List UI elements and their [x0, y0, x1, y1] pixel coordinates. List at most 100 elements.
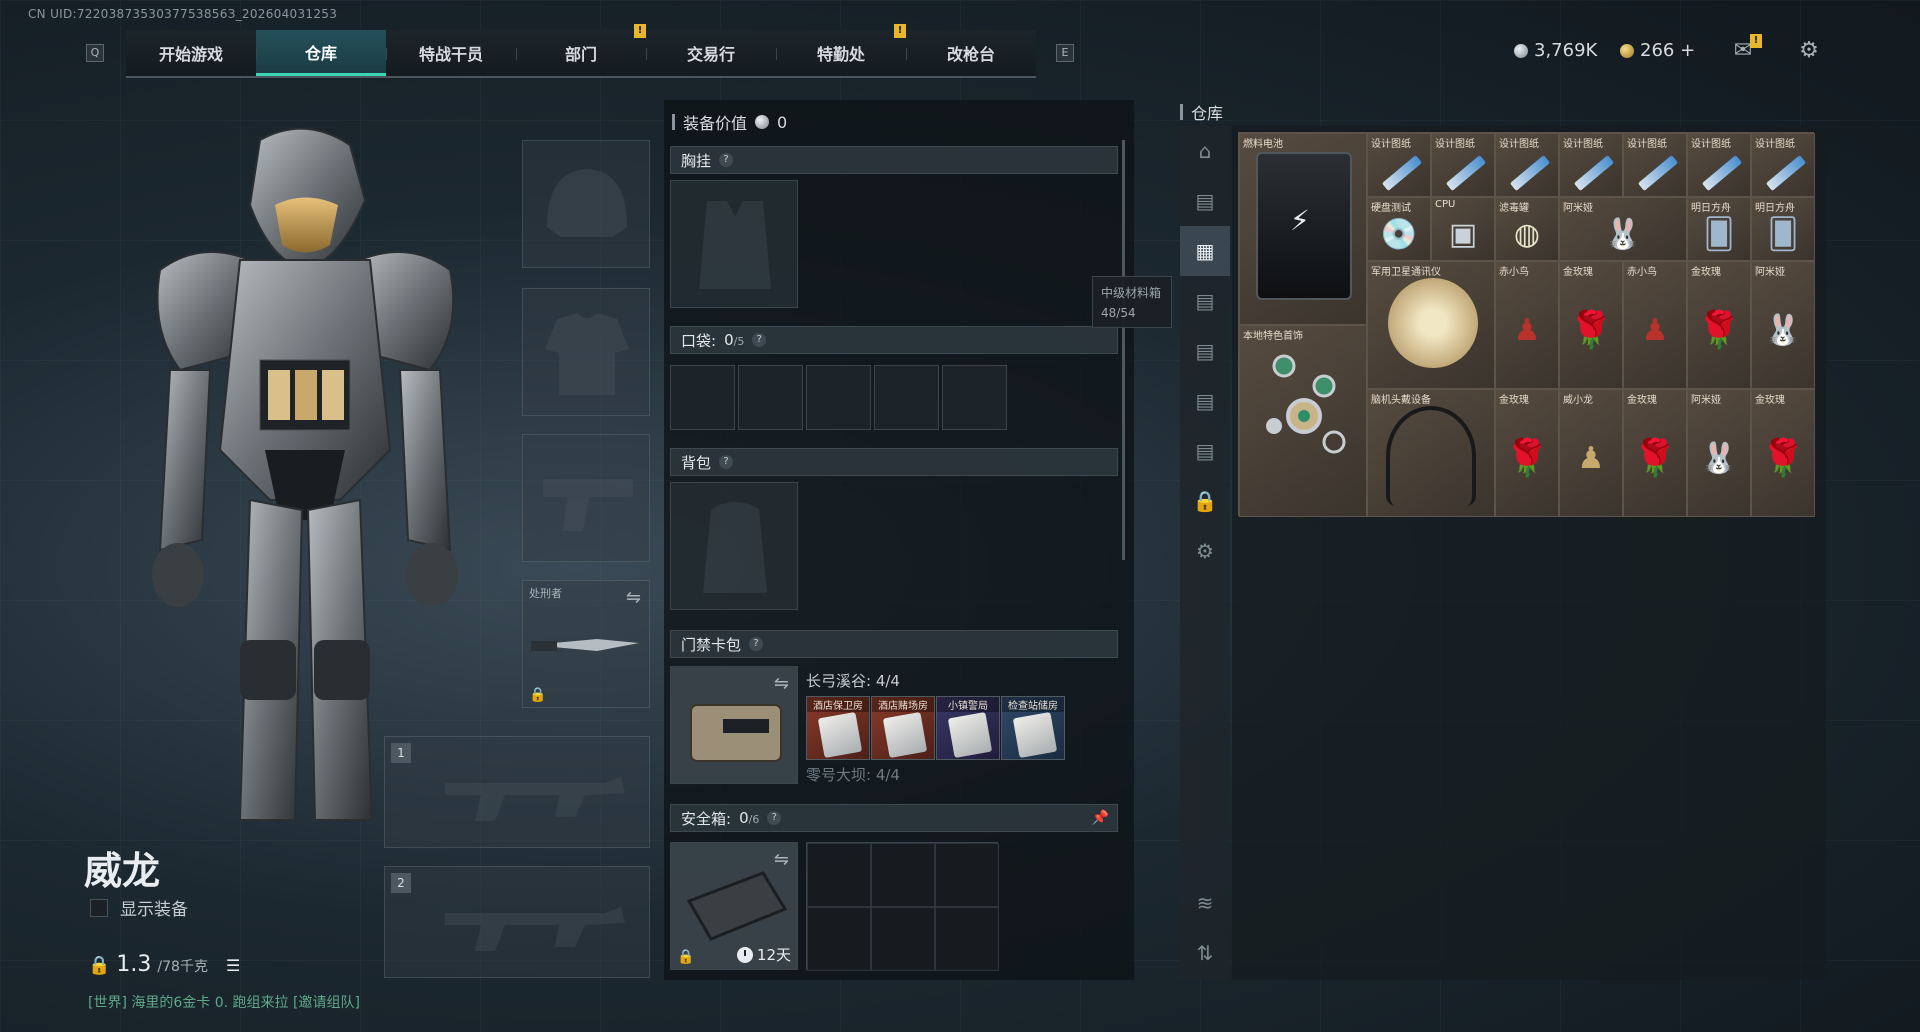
primary-weapon-slot[interactable]: 1	[384, 736, 650, 848]
item-blueprint[interactable]: 设计图纸	[1559, 133, 1623, 197]
tab-operators[interactable]: 特战干员	[386, 30, 516, 76]
storage-tab-5-icon[interactable]: ▤	[1180, 376, 1230, 426]
item-amiya-figure[interactable]: 阿米娅 🐰	[1687, 389, 1751, 517]
silver-coin-icon	[755, 115, 770, 129]
gold-currency[interactable]: 266 +	[1620, 40, 1695, 61]
layers-icon[interactable]: ≋	[1180, 878, 1230, 928]
tab-warehouse[interactable]: 仓库	[256, 30, 386, 76]
silver-currency[interactable]: 3,769K	[1514, 40, 1597, 61]
help-icon[interactable]: ?	[719, 153, 734, 167]
tab-market[interactable]: 交易行	[646, 30, 776, 76]
keycard[interactable]: 小镇警局	[936, 696, 1000, 760]
backpack-slot[interactable]	[670, 482, 798, 610]
storage-tooltip: 中级材料箱 48/54	[1092, 276, 1172, 328]
safebox-slot[interactable]: ⇋ 🔒 12天	[670, 842, 798, 970]
lock-icon[interactable]: 🔒	[1180, 476, 1230, 526]
safebox-cell[interactable]	[935, 843, 999, 907]
world-chat-line[interactable]: [世界] 海里的6金卡 0. 跑组来拉 [邀请组队]	[88, 992, 360, 1012]
item-hard-drive[interactable]: 硬盘测试 💿	[1367, 197, 1431, 261]
swap-icon[interactable]: ⇋	[774, 849, 789, 870]
item-fuel-cell[interactable]: 燃料电池	[1239, 133, 1367, 325]
show-gear-checkbox[interactable]	[90, 898, 108, 917]
secondary-weapon-slot[interactable]: 2	[384, 866, 650, 978]
item-brain-headset[interactable]: 脑机头戴设备	[1367, 389, 1495, 517]
help-icon[interactable]: ?	[752, 333, 767, 347]
battery-icon	[1256, 152, 1352, 300]
item-satellite-communicator[interactable]: 军用卫星通讯仪	[1367, 261, 1495, 389]
item-cpu[interactable]: CPU ▣	[1431, 197, 1495, 261]
show-gear-toggle[interactable]: 显示装备	[90, 895, 188, 920]
alert-badge: !	[634, 24, 646, 38]
item-golden-rose[interactable]: 金玫瑰 🌹	[1687, 261, 1751, 389]
sidearm-slot[interactable]	[522, 434, 650, 562]
next-tab-key[interactable]: E	[1056, 44, 1074, 62]
list-icon[interactable]: ☰	[226, 956, 240, 975]
pin-icon[interactable]: 📌	[1092, 810, 1109, 826]
swap-icon[interactable]: ⇋	[626, 587, 641, 608]
prev-tab-key[interactable]: Q	[86, 44, 104, 62]
help-icon[interactable]: ?	[719, 455, 734, 469]
pocket-slot[interactable]	[874, 365, 939, 430]
safebox-cell[interactable]	[871, 907, 935, 971]
tab-special-ops[interactable]: 特勤处!	[776, 24, 906, 76]
armor-slot[interactable]	[522, 288, 650, 416]
item-blueprint[interactable]: 设计图纸	[1751, 133, 1815, 197]
item-filter-canister[interactable]: 滤毒罐 ◍	[1495, 197, 1559, 261]
panel-scrollbar[interactable]	[1122, 140, 1125, 560]
melee-slot[interactable]: 处刑者 ⇋ 🔒	[522, 580, 650, 708]
tab-label: 交易行	[686, 45, 735, 64]
pocket-slot[interactable]	[738, 365, 803, 430]
item-golden-rose[interactable]: 金玫瑰 🌹	[1559, 261, 1623, 389]
gear-icon[interactable]: ⚙	[1180, 526, 1230, 576]
helmet-slot[interactable]	[522, 140, 650, 268]
item-blueprint[interactable]: 设计图纸	[1367, 133, 1431, 197]
pocket-slot[interactable]	[806, 365, 871, 430]
storage-tab-1-icon[interactable]: ▤	[1180, 326, 1230, 376]
item-golden-rose[interactable]: 金玫瑰 🌹	[1751, 389, 1815, 517]
item-blueprint[interactable]: 设计图纸	[1687, 133, 1751, 197]
blueprint-icon	[1701, 155, 1743, 191]
storage-tab-3-icon[interactable]: ▦	[1180, 226, 1230, 276]
item-local-necklace[interactable]: 本地特色首饰	[1239, 325, 1367, 517]
item-amiya-figure[interactable]: 阿米娅 🐰	[1751, 261, 1815, 389]
tab-department[interactable]: 部门!	[516, 24, 646, 76]
chest-rig-slot[interactable]	[670, 180, 798, 308]
swap-icon[interactable]: ⇋	[774, 673, 789, 694]
tab-start-game[interactable]: 开始游戏	[126, 30, 256, 76]
tab-gunsmith[interactable]: 改枪台	[906, 30, 1036, 76]
sort-icon[interactable]: ⇅	[1180, 928, 1230, 978]
storage-tab-2-icon[interactable]: ▤	[1180, 276, 1230, 326]
item-golden-rose[interactable]: 金玫瑰 🌹	[1495, 389, 1559, 517]
item-blueprint[interactable]: 设计图纸	[1431, 133, 1495, 197]
warehouse-title-text: 仓库	[1191, 104, 1224, 123]
keycard[interactable]: 酒店保卫房	[806, 696, 870, 760]
storage-tab-6-icon[interactable]: ▤	[1180, 426, 1230, 476]
keycard-holder-slot[interactable]: ⇋	[670, 666, 798, 784]
pocket-slot[interactable]	[670, 365, 735, 430]
mail-icon[interactable]: ✉!	[1728, 34, 1762, 64]
keycard-holder-header: 门禁卡包 ?	[670, 630, 1118, 658]
item-blueprint[interactable]: 设计图纸	[1495, 133, 1559, 197]
item-amiya-figure[interactable]: 阿米娅 🐰	[1559, 197, 1687, 261]
item-golden-rose[interactable]: 金玫瑰 🌹	[1623, 389, 1687, 517]
keycard-image	[817, 712, 863, 758]
safebox-cell[interactable]	[807, 907, 871, 971]
warehouse-home-icon[interactable]: ⌂	[1180, 126, 1230, 176]
item-red-figure[interactable]: 赤小鸟 ♟	[1495, 261, 1559, 389]
keycard[interactable]: 酒店赌场房	[871, 696, 935, 760]
safebox-cell[interactable]	[935, 907, 999, 971]
safebox-cell[interactable]	[871, 843, 935, 907]
item-red-figure[interactable]: 赤小鸟 ♟	[1623, 261, 1687, 389]
keycard-label: 小镇警局	[937, 697, 999, 712]
item-blueprint[interactable]: 设计图纸	[1623, 133, 1687, 197]
help-icon[interactable]: ?	[767, 811, 782, 825]
storage-tab-4-icon[interactable]: ▤	[1180, 176, 1230, 226]
help-icon[interactable]: ?	[749, 637, 764, 651]
item-arknights-card[interactable]: 明日方舟 🂠	[1751, 197, 1815, 261]
item-arknights-card[interactable]: 明日方舟 🂠	[1687, 197, 1751, 261]
item-weilong-figure[interactable]: 威小龙 ♟	[1559, 389, 1623, 517]
keycard[interactable]: 检查站储房	[1001, 696, 1065, 760]
pocket-slot[interactable]	[942, 365, 1007, 430]
settings-gear-icon[interactable]: ⚙	[1794, 38, 1824, 64]
safebox-cell[interactable]	[807, 843, 871, 907]
